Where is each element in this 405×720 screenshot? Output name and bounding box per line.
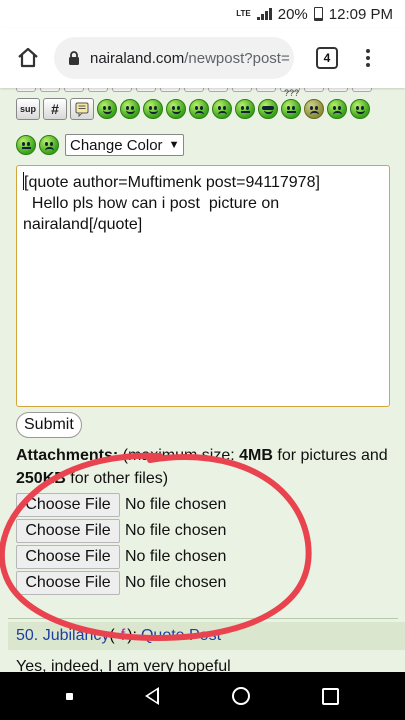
file-status: No file chosen bbox=[125, 522, 227, 539]
choose-file-button[interactable]: Choose File bbox=[16, 545, 120, 569]
cool-icon[interactable] bbox=[258, 99, 278, 119]
back-icon[interactable] bbox=[145, 687, 160, 705]
choose-file-button[interactable]: Choose File bbox=[16, 493, 120, 517]
sad-icon[interactable] bbox=[212, 99, 232, 119]
choose-file-button[interactable]: Choose File bbox=[16, 519, 120, 543]
file-status: No file chosen bbox=[125, 574, 227, 591]
next-post-body: Yes, indeed, I am very hopeful bbox=[16, 658, 231, 672]
lock-icon bbox=[68, 50, 80, 66]
attachments-info: Attachments: (maximum size: 4MB for pict… bbox=[16, 447, 388, 487]
file-input-row: Choose File No file chosen bbox=[16, 492, 226, 518]
tab-switcher-button[interactable]: 4 bbox=[316, 47, 338, 69]
next-post-header: 50. Jubilancy(f): Quote Post bbox=[8, 622, 405, 650]
choose-file-button[interactable]: Choose File bbox=[16, 571, 120, 595]
cry-icon[interactable] bbox=[39, 135, 59, 155]
author-gender: f bbox=[120, 627, 126, 644]
disgusted-icon[interactable] bbox=[327, 99, 347, 119]
confused-icon[interactable]: ??? bbox=[281, 88, 301, 119]
shocked-icon[interactable] bbox=[235, 99, 255, 119]
browser-menu-button[interactable] bbox=[358, 46, 378, 70]
quote-post-link[interactable]: Quote Post bbox=[141, 627, 221, 645]
post-divider bbox=[8, 618, 398, 619]
post-body-textarea[interactable]: [quote author=Muftimenk post=94117978] H… bbox=[16, 165, 390, 407]
post-body-text: [quote author=Muftimenk post=94117978] H… bbox=[23, 174, 320, 233]
dizzy-icon[interactable] bbox=[304, 99, 324, 119]
undecided-icon[interactable] bbox=[16, 135, 36, 155]
url-path: /newpost?post= bbox=[184, 49, 290, 67]
hash-button[interactable]: # bbox=[43, 98, 67, 120]
submit-button[interactable]: Submit bbox=[16, 412, 82, 438]
chevron-down-icon: ▼ bbox=[168, 139, 180, 151]
more-vertical-icon bbox=[366, 49, 370, 53]
square-icon[interactable] bbox=[66, 692, 74, 700]
file-input-row: Choose File No file chosen bbox=[16, 570, 226, 596]
status-bar: LTE 20% 12:09 PM bbox=[0, 0, 405, 28]
battery-percent: 20% bbox=[277, 5, 308, 23]
recent-apps-icon[interactable] bbox=[321, 687, 339, 705]
url-host: nairaland.com bbox=[90, 49, 185, 67]
battery-icon bbox=[313, 7, 323, 21]
change-color-label: Change Color bbox=[70, 136, 163, 154]
cheesy-icon[interactable] bbox=[143, 99, 163, 119]
wink-icon[interactable] bbox=[120, 99, 140, 119]
change-color-select[interactable]: Change Color ▼ bbox=[65, 134, 185, 156]
file-status: No file chosen bbox=[125, 548, 227, 565]
post-author-link[interactable]: Jubilancy bbox=[43, 627, 110, 645]
superscript-button[interactable]: sup bbox=[16, 98, 40, 120]
format-toolbar-row-top bbox=[16, 88, 372, 92]
address-bar[interactable]: nairaland.com/newpost?post= bbox=[54, 37, 294, 79]
grin-icon[interactable] bbox=[166, 99, 186, 119]
system-navigation-bar bbox=[0, 672, 405, 720]
quote-button[interactable] bbox=[70, 98, 94, 120]
smiley-toolbar-row-2: Change Color ▼ bbox=[16, 134, 185, 156]
page-content: sup # ??? Change Color ▼ [quote author=M… bbox=[0, 88, 405, 672]
network-type: LTE bbox=[236, 9, 251, 18]
clock: 12:09 PM bbox=[328, 5, 393, 23]
embarassed-icon[interactable] bbox=[350, 99, 370, 119]
home-button[interactable] bbox=[10, 40, 46, 76]
file-inputs: Choose File No file chosen Choose File N… bbox=[16, 492, 226, 596]
home-circle-icon[interactable] bbox=[231, 687, 250, 705]
file-input-row: Choose File No file chosen bbox=[16, 544, 226, 570]
post-number: 50. bbox=[16, 627, 39, 644]
smile-icon[interactable] bbox=[97, 99, 117, 119]
signal-icon bbox=[256, 8, 272, 20]
angry-icon[interactable] bbox=[189, 99, 209, 119]
file-input-row: Choose File No file chosen bbox=[16, 518, 226, 544]
browser-toolbar: nairaland.com/newpost?post= 4 bbox=[0, 28, 405, 88]
dizzy-marks: ??? bbox=[284, 88, 300, 98]
quote-icon bbox=[75, 102, 89, 117]
attachments-label: Attachments: bbox=[16, 447, 119, 464]
home-icon bbox=[18, 47, 38, 68]
smiley-toolbar: sup # ??? bbox=[16, 88, 370, 120]
file-status: No file chosen bbox=[125, 496, 227, 513]
